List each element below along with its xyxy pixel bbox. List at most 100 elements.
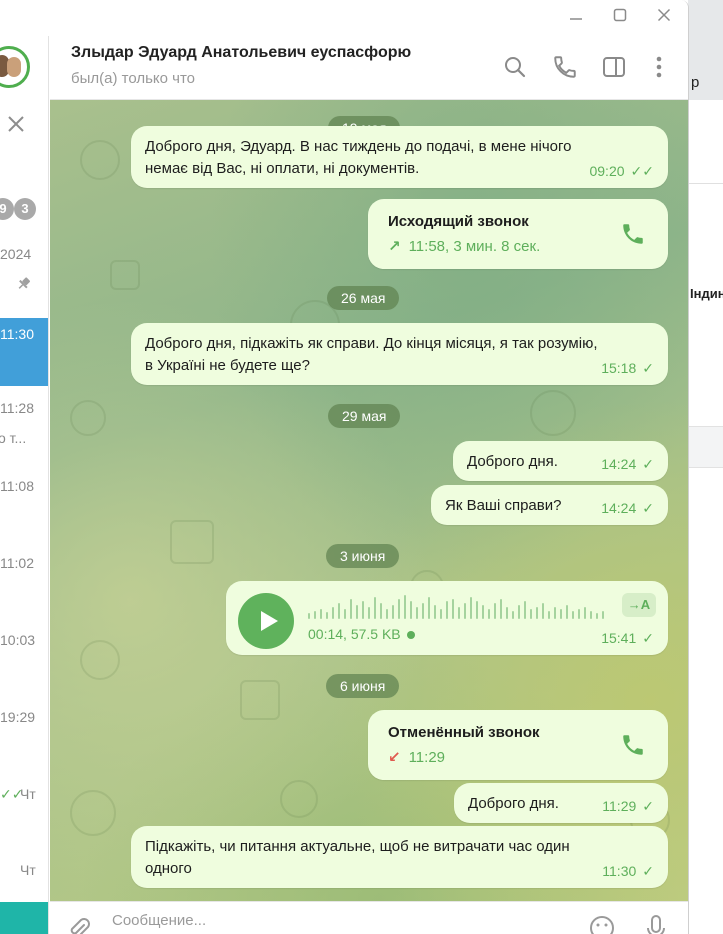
chat-list-time: Чт [20, 862, 36, 878]
maximize-button[interactable] [606, 6, 634, 30]
chat-list-time: 11:28 [0, 400, 34, 416]
pin-icon [12, 274, 34, 296]
message-bubble[interactable]: Доброго дня. 14:24 ✓ [453, 441, 668, 481]
telegram-window: 9 3 2024 11:30 11:28 о т... 11:08 11:02 … [0, 0, 689, 934]
message-bubble[interactable]: Доброго дня. 11:29 ✓ [454, 783, 668, 823]
message-list[interactable]: 19 мая Доброго дня, Эдуард. В нас тижден… [50, 100, 688, 901]
background-app-row [688, 426, 723, 468]
waveform-bar [572, 611, 574, 619]
chat-status: был(а) только что [71, 70, 196, 87]
waveform-bar [374, 597, 376, 619]
message-text: Доброго дня. [468, 795, 559, 812]
wallpaper-doodle [530, 390, 576, 436]
outgoing-arrow-icon: ↗ [388, 238, 401, 255]
message-meta: 11:30 ✓ [602, 860, 654, 882]
wallpaper-doodle [110, 260, 140, 290]
search-icon [505, 57, 526, 78]
waveform-bar [410, 601, 412, 619]
waveform-bar [506, 607, 508, 619]
waveform-bar [338, 603, 340, 619]
waveform-bar [554, 607, 556, 619]
chat-list-time: Чт [20, 786, 36, 802]
message-meta: 15:41 ✓ [601, 627, 654, 649]
message-input[interactable] [112, 912, 572, 929]
emoji-button[interactable] [588, 914, 616, 934]
more-options-button[interactable] [646, 54, 672, 80]
sent-check-icon: ✓ [642, 500, 654, 516]
chat-list-sidebar: 9 3 2024 11:30 11:28 о т... 11:08 11:02 … [0, 36, 49, 934]
toggle-info-panel-button[interactable] [601, 54, 627, 80]
chat-title[interactable]: Злыдар Эдуард Анатольевич еуспасфорю [71, 44, 411, 62]
waveform-bar [434, 605, 436, 619]
message-time: 11:30 [602, 863, 637, 879]
message-meta: 09:20 ✓✓ [589, 160, 654, 182]
sent-check-icon: ✓ [642, 360, 654, 376]
waveform-bar [368, 607, 370, 619]
voice-message-bubble[interactable]: 00:14, 57.5 KB →A 15:41 ✓ [226, 581, 668, 655]
message-text: Як Ваші справи? [445, 497, 562, 514]
voice-record-button[interactable] [644, 914, 668, 934]
waveform-bar [362, 601, 364, 619]
waveform-bar [320, 609, 322, 619]
voice-waveform[interactable] [308, 593, 608, 619]
waveform-bar [530, 609, 532, 619]
attach-button[interactable] [66, 916, 92, 934]
read-check-icon: ✓✓ [630, 163, 654, 179]
wallpaper-doodle [170, 520, 214, 564]
message-bubble[interactable]: Доброго дня, підкажіть як справи. До кін… [131, 323, 668, 385]
wallpaper-doodle [80, 640, 120, 680]
chat-header[interactable]: Злыдар Эдуард Анатольевич еуспасфорю был… [50, 36, 688, 100]
waveform-bar [446, 601, 448, 619]
call-title: Отменённый звонок [388, 724, 540, 741]
waveform-bar [326, 612, 328, 619]
waveform-bar [518, 605, 520, 619]
message-time: 09:20 [589, 163, 625, 179]
call-back-button[interactable] [620, 221, 646, 247]
more-vertical-icon [656, 56, 662, 78]
waveform-bar [428, 597, 430, 619]
call-bubble-cancelled[interactable]: Отменённый звонок ↙ 11:29 [368, 710, 668, 780]
chat-list-preview: о т... [0, 430, 27, 446]
call-back-button[interactable] [620, 732, 646, 758]
sent-check-icon: ✓ [642, 630, 654, 646]
call-bubble-outgoing[interactable]: Исходящий звонок ↗ 11:58, 3 мин. 8 сек. [368, 199, 668, 269]
waveform-bar [590, 611, 592, 619]
title-bar [0, 0, 688, 36]
message-bubble[interactable]: Доброго дня, Эдуард. В нас тиждень до по… [131, 126, 668, 188]
story-avatar[interactable] [0, 46, 30, 88]
cancelled-arrow-icon: ↙ [388, 749, 401, 766]
waveform-bar [512, 611, 514, 619]
waveform-bar [350, 599, 352, 619]
waveform-bar [596, 613, 598, 619]
waveform-bar [542, 603, 544, 619]
call-details: ↗ 11:58, 3 мин. 8 сек. [388, 236, 540, 258]
waveform-bar [602, 611, 604, 619]
waveform-bar [536, 607, 538, 619]
waveform-bar [464, 603, 466, 619]
message-bubble[interactable]: Як Ваші справи? 14:24 ✓ [431, 485, 668, 525]
minimize-button[interactable] [562, 6, 590, 30]
waveform-bar [422, 603, 424, 619]
chat-list-item[interactable] [0, 902, 48, 934]
close-search-button[interactable] [6, 112, 32, 138]
message-meta: 14:24 ✓ [601, 453, 654, 475]
chat-list-time: 11:02 [0, 555, 34, 571]
waveform-bar [386, 609, 388, 619]
message-text: Доброго дня, Эдуард. В нас тиждень до по… [145, 138, 572, 177]
close-window-button[interactable] [650, 6, 678, 30]
chat-list-item-active[interactable]: 11:30 [0, 318, 48, 386]
chat-list-time: 11:30 [0, 326, 34, 342]
search-button[interactable] [502, 54, 528, 80]
sent-check-icon: ✓ [642, 863, 654, 879]
play-button[interactable] [238, 593, 294, 649]
call-button[interactable] [552, 54, 578, 80]
background-app-label: Індин [690, 286, 723, 301]
message-meta: 14:24 ✓ [601, 497, 654, 519]
microphone-icon [647, 915, 665, 934]
transcribe-button[interactable]: →A [622, 593, 656, 617]
phone-icon [623, 735, 643, 755]
message-time: 14:24 [601, 500, 637, 516]
waveform-bar [494, 603, 496, 619]
message-bubble[interactable]: Підкажіть, чи питання актуальне, щоб не … [131, 826, 668, 888]
waveform-bar [488, 609, 490, 619]
